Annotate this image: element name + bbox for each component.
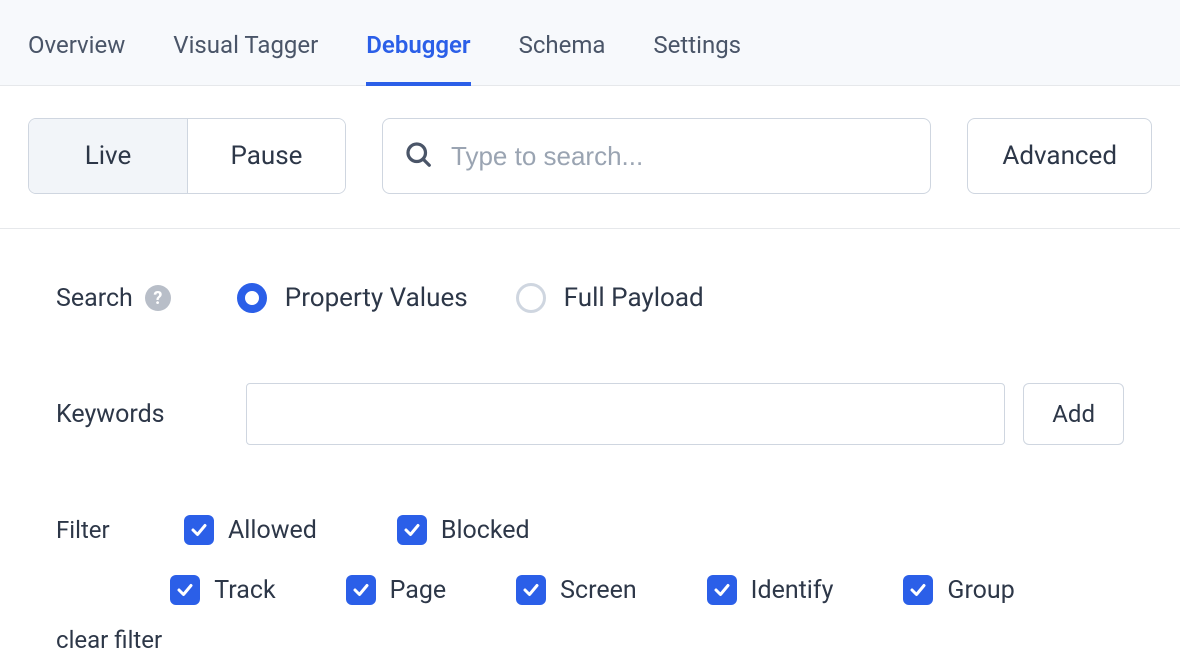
add-button[interactable]: Add xyxy=(1023,383,1124,445)
checkbox-checked-icon xyxy=(346,575,376,605)
checkbox-checked-icon xyxy=(707,575,737,605)
checkbox-label: Allowed xyxy=(228,516,317,545)
live-button[interactable]: Live xyxy=(29,119,187,193)
keywords-input[interactable] xyxy=(246,383,1005,445)
checkbox-checked-icon xyxy=(184,515,214,545)
search-icon xyxy=(403,139,433,173)
live-pause-toggle: Live Pause xyxy=(28,118,346,194)
tab-visual-tagger[interactable]: Visual Tagger xyxy=(173,3,318,85)
checkbox-label: Track xyxy=(214,576,275,605)
checkbox-checked-icon xyxy=(516,575,546,605)
search-input[interactable] xyxy=(451,141,910,172)
tab-schema[interactable]: Schema xyxy=(519,3,606,85)
pause-button[interactable]: Pause xyxy=(187,119,345,193)
checkbox-label: Identify xyxy=(751,576,834,605)
checkbox-label: Blocked xyxy=(441,516,530,545)
filter-label: Filter xyxy=(56,516,184,544)
filter-types-row: clear filter Track Page xyxy=(56,575,1124,662)
checkbox-screen[interactable]: Screen xyxy=(516,575,637,605)
checkbox-identify[interactable]: Identify xyxy=(707,575,834,605)
filter-checkbox-rows: Filter Allowed Blocked clear filter xyxy=(56,515,1124,662)
search-label: Search xyxy=(56,284,133,313)
top-tabs: Overview Visual Tagger Debugger Schema S… xyxy=(0,0,1180,86)
advanced-button[interactable]: Advanced xyxy=(967,118,1152,194)
search-label-wrap: Search ? xyxy=(56,284,171,313)
radio-circle-icon xyxy=(516,283,546,313)
radio-property-values[interactable]: Property Values xyxy=(237,283,468,313)
filter-status-row: Filter Allowed Blocked xyxy=(56,515,1124,545)
radio-label: Property Values xyxy=(285,283,468,313)
checkbox-checked-icon xyxy=(397,515,427,545)
tab-settings[interactable]: Settings xyxy=(653,3,741,85)
radio-full-payload[interactable]: Full Payload xyxy=(516,283,704,313)
radio-circle-selected-icon xyxy=(237,283,267,313)
toolbar: Live Pause Advanced xyxy=(0,86,1180,229)
checkbox-checked-icon xyxy=(170,575,200,605)
checkbox-label: Page xyxy=(390,576,447,605)
filter-panel: Search ? Property Values Full Payload Ke… xyxy=(0,229,1180,662)
clear-filter-link[interactable]: clear filter xyxy=(56,626,170,654)
checkbox-allowed[interactable]: Allowed xyxy=(184,515,317,545)
search-mode-row: Search ? Property Values Full Payload xyxy=(56,283,1124,313)
tab-overview[interactable]: Overview xyxy=(28,3,125,85)
tab-debugger[interactable]: Debugger xyxy=(366,3,470,85)
radio-label: Full Payload xyxy=(564,283,704,313)
checkbox-blocked[interactable]: Blocked xyxy=(397,515,530,545)
checkbox-checked-icon xyxy=(903,575,933,605)
keywords-label: Keywords xyxy=(56,400,246,429)
checkbox-group[interactable]: Group xyxy=(903,575,1014,605)
keywords-row: Keywords Add xyxy=(56,383,1124,445)
help-icon[interactable]: ? xyxy=(145,285,171,311)
checkbox-label: Screen xyxy=(560,576,637,605)
checkbox-page[interactable]: Page xyxy=(346,575,447,605)
checkbox-label: Group xyxy=(947,576,1014,605)
search-mode-radio-group: Property Values Full Payload xyxy=(237,283,704,313)
search-field-wrap[interactable] xyxy=(382,118,931,194)
checkbox-track[interactable]: Track xyxy=(170,575,275,605)
